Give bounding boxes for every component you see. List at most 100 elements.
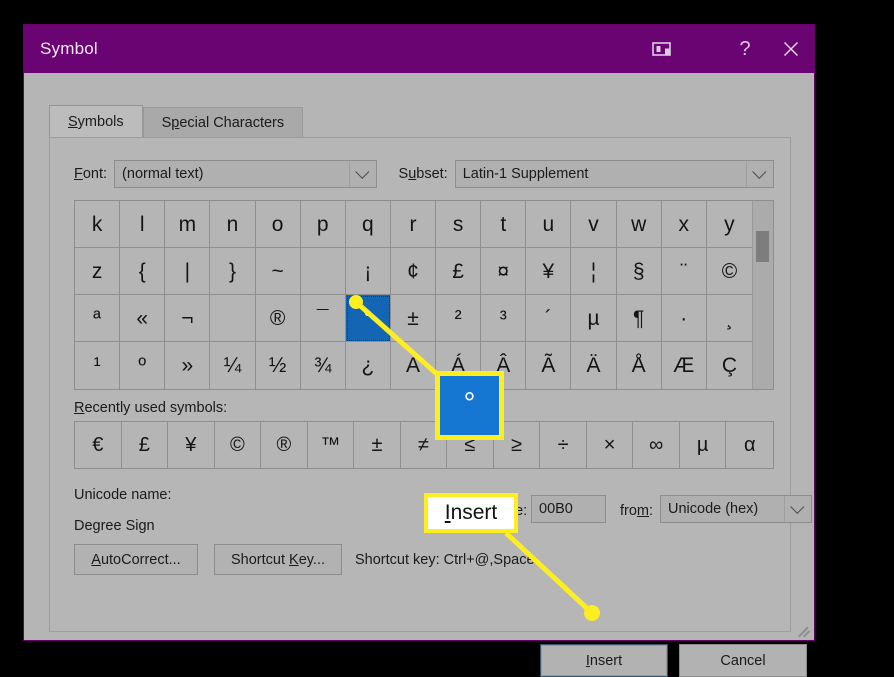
symbol-grid[interactable]: klmnopqrstuvwxy z{|}~ ¡¢£¤¥¦§¨© ª«¬­®¯°±²³´… — [75, 201, 752, 389]
symbol-cell[interactable]: § — [616, 248, 662, 295]
symbol-cell[interactable]: ½ — [255, 342, 301, 389]
recent-symbol-cell[interactable]: ¥ — [168, 422, 215, 468]
subset-select[interactable]: Latin-1 Supplement — [454, 160, 774, 188]
symbol-cell[interactable]: « — [120, 295, 166, 342]
from-select[interactable]: Unicode (hex) — [660, 495, 812, 523]
help-icon[interactable]: ? — [722, 25, 768, 73]
recent-symbol-cell[interactable]: ± — [354, 422, 401, 468]
scrollbar-thumb[interactable] — [756, 231, 769, 262]
symbol-cell[interactable]: z — [75, 248, 121, 295]
symbol-cell[interactable]: ¦ — [571, 248, 617, 295]
symbol-cell[interactable]: k — [75, 201, 121, 248]
symbol-cell[interactable]: q — [345, 201, 391, 248]
symbol-cell[interactable]: | — [165, 248, 211, 295]
symbol-cell[interactable]: s — [436, 201, 482, 248]
symbol-cell[interactable]: Ã — [526, 342, 572, 389]
symbol-cell[interactable]: m — [165, 201, 211, 248]
symbol-cell[interactable]: ® — [255, 295, 301, 342]
tab-symbols[interactable]: Symbols — [49, 105, 143, 137]
tab-symbols-accel: S — [68, 113, 78, 130]
symbol-cell[interactable]: ´ — [526, 295, 572, 342]
recently-used-label: Recently used symbols: — [74, 400, 228, 416]
symbol-cell[interactable]: ­ — [210, 295, 256, 342]
cancel-button[interactable]: Cancel — [679, 644, 807, 677]
symbol-cell[interactable]: t — [481, 201, 527, 248]
recent-symbol-cell[interactable]: × — [586, 422, 634, 468]
restore-icon[interactable] — [640, 25, 686, 73]
symbol-cell[interactable]: ¢ — [390, 248, 437, 295]
symbol-cell[interactable]: ± — [390, 295, 437, 342]
symbol-cell[interactable]: ¿ — [345, 342, 391, 389]
close-icon[interactable] — [768, 25, 814, 73]
symbol-cell[interactable]: p — [300, 201, 346, 248]
unicode-name-label: Unicode name: — [74, 487, 172, 503]
symbol-cell[interactable]: £ — [436, 248, 482, 295]
symbol-cell[interactable]: ¾ — [300, 342, 346, 389]
tab-special-characters[interactable]: Sp ecial Characters — [142, 107, 304, 137]
recent-symbol-cell[interactable]: ® — [261, 422, 308, 468]
symbol-cell[interactable]: o — [255, 201, 301, 248]
symbol-cell[interactable]: ² — [436, 295, 482, 342]
symbol-cell[interactable]: À — [390, 342, 437, 389]
from-value: Unicode (hex) — [668, 501, 759, 517]
symbol-cell[interactable]: ¨ — [661, 248, 707, 295]
symbol-cell[interactable]: Ç — [706, 342, 752, 389]
symbol-cell[interactable]: º — [120, 342, 166, 389]
insert-label: nsert — [589, 652, 623, 669]
resize-grip[interactable] — [798, 624, 812, 638]
shortcut-key-button[interactable]: Shortcut Key... — [214, 544, 342, 575]
insert-button[interactable]: Insert — [540, 644, 668, 677]
symbol-cell[interactable]: · — [661, 295, 707, 342]
symbol-cell[interactable]: µ — [571, 295, 617, 342]
symbol-cell[interactable]: ¹ — [75, 342, 121, 389]
symbol-cell[interactable]: n — [210, 201, 256, 248]
autocorrect-button[interactable]: AutoCorrect... — [74, 544, 198, 575]
symbol-cell[interactable]: ¬ — [165, 295, 211, 342]
symbol-cell[interactable]: ¸ — [706, 295, 752, 342]
symbol-cell-selected[interactable]: ° — [345, 295, 391, 342]
symbol-cell[interactable]: y — [706, 201, 752, 248]
symbol-cell[interactable]: w — [616, 201, 662, 248]
recent-symbol-cell[interactable]: ™ — [307, 422, 355, 468]
character-code-input[interactable]: 00B0 — [531, 495, 606, 523]
font-select[interactable]: (normal text) — [114, 160, 378, 188]
symbol-cell[interactable]: ¼ — [210, 342, 256, 389]
symbol-cell[interactable] — [300, 248, 346, 295]
tab-strip: Symbols Sp ecial Characters — [49, 105, 304, 137]
symbol-cell[interactable]: r — [390, 201, 437, 248]
symbol-cell[interactable]: ¥ — [526, 248, 572, 295]
recently-used-grid[interactable]: € £ ¥ © ® ™ ± ≠ ≤ ≥ ÷ × ∞ µ α — [74, 421, 774, 469]
chevron-down-icon[interactable] — [784, 496, 811, 522]
magnified-insert-label: nsert — [450, 501, 498, 524]
symbol-cell[interactable]: Ä — [571, 342, 617, 389]
symbol-cell[interactable]: l — [120, 201, 166, 248]
symbol-cell[interactable]: © — [706, 248, 752, 295]
symbol-grid-scrollbar[interactable] — [752, 201, 773, 389]
recent-symbol-cell[interactable]: ∞ — [633, 422, 680, 468]
recent-symbol-cell[interactable]: £ — [121, 422, 169, 468]
symbol-cell[interactable]: ¯ — [300, 295, 346, 342]
symbol-cell[interactable]: ³ — [481, 295, 527, 342]
symbol-cell[interactable]: ~ — [255, 248, 301, 295]
symbol-cell[interactable]: u — [526, 201, 572, 248]
from-label: from: — [620, 503, 654, 519]
symbol-cell[interactable]: Æ — [661, 342, 707, 389]
chevron-down-icon[interactable] — [746, 161, 773, 187]
symbol-cell[interactable]: { — [120, 248, 166, 295]
symbol-cell[interactable]: » — [165, 342, 211, 389]
recent-symbol-cell[interactable]: α — [726, 422, 773, 468]
symbol-cell[interactable]: v — [571, 201, 617, 248]
symbol-cell[interactable]: } — [210, 248, 256, 295]
symbol-cell[interactable]: ¶ — [616, 295, 662, 342]
recent-symbol-cell[interactable]: © — [214, 422, 262, 468]
symbol-cell[interactable]: ¡ — [345, 248, 391, 295]
magnified-insert-button-callout: Insert — [424, 493, 518, 533]
chevron-down-icon[interactable] — [349, 161, 376, 187]
symbol-cell[interactable]: ¤ — [481, 248, 527, 295]
recent-symbol-cell[interactable]: µ — [679, 422, 727, 468]
symbol-cell[interactable]: Å — [616, 342, 662, 389]
symbol-cell[interactable]: ª — [75, 295, 121, 342]
recent-symbol-cell[interactable]: € — [75, 422, 122, 468]
recent-symbol-cell[interactable]: ÷ — [540, 422, 587, 468]
symbol-cell[interactable]: x — [661, 201, 707, 248]
